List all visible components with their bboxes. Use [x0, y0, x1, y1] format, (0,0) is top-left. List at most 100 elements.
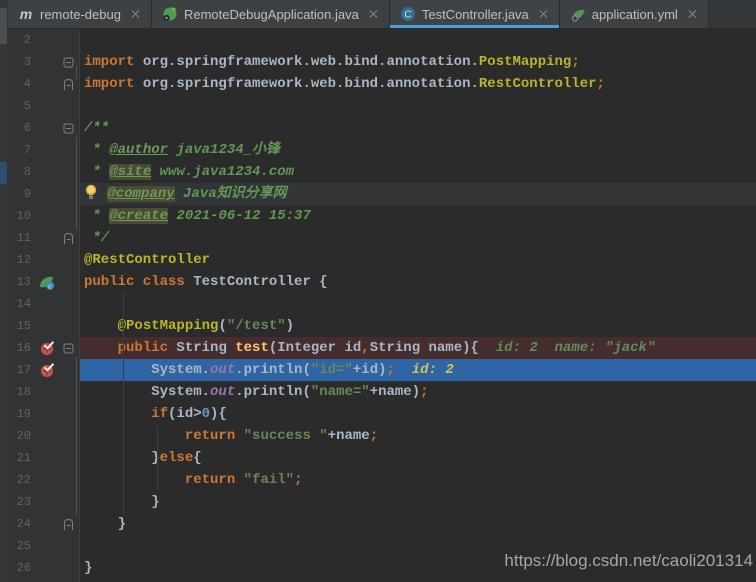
- code-line-4[interactable]: 4 import org.springframework.web.bind.ann…: [0, 73, 756, 95]
- breakpoint-icon-slot[interactable]: [34, 337, 60, 359]
- code-cell[interactable]: [80, 29, 756, 51]
- gutter[interactable]: 25: [0, 535, 80, 557]
- gutter[interactable]: 3: [0, 51, 80, 73]
- code-text: import org.springframework.web.bind.anno…: [84, 54, 580, 70]
- gutter[interactable]: 4: [0, 73, 80, 95]
- code-line-24[interactable]: 24 }: [0, 513, 756, 535]
- code-line-12[interactable]: 12 @RestController: [0, 249, 756, 271]
- code-line-7[interactable]: 7 * @author java1234_小锋: [0, 139, 756, 161]
- code-line-14[interactable]: 14: [0, 293, 756, 315]
- gutter[interactable]: 6: [0, 117, 80, 139]
- code-cell[interactable]: @company Java知识分享网: [80, 183, 756, 205]
- tab-close-icon[interactable]: [688, 9, 698, 19]
- gutter[interactable]: 14: [0, 293, 80, 315]
- code-line-11[interactable]: 11 */: [0, 227, 756, 249]
- fold-start-icon: [63, 343, 73, 353]
- gutter[interactable]: 17: [0, 359, 80, 381]
- gutter[interactable]: 24: [0, 513, 80, 535]
- code-cell[interactable]: }: [80, 513, 756, 535]
- tab-remote-debug-application[interactable]: RemoteDebugApplication.java: [151, 0, 390, 28]
- code-line-21[interactable]: 21 }else{: [0, 447, 756, 469]
- code-editor[interactable]: 2 3 import org.springframework.web.bind.an…: [0, 29, 756, 582]
- code-text: * @site www.java1234.com: [84, 164, 295, 180]
- code-cell[interactable]: [80, 95, 756, 117]
- code-line-20[interactable]: 20 return "success "+name;: [0, 425, 756, 447]
- code-cell[interactable]: @PostMapping("/test"): [80, 315, 756, 337]
- code-cell[interactable]: if(id>0){: [80, 403, 756, 425]
- gutter[interactable]: 12: [0, 249, 80, 271]
- fold-marker-slot[interactable]: [60, 51, 76, 73]
- gutter[interactable]: 15: [0, 315, 80, 337]
- code-line-8[interactable]: 8 * @site www.java1234.com: [0, 161, 756, 183]
- code-cell[interactable]: [80, 293, 756, 315]
- code-cell[interactable]: System.out.println("name="+name);: [80, 381, 756, 403]
- gutter[interactable]: 16: [0, 337, 80, 359]
- code-cell[interactable]: public String test(Integer id,String nam…: [80, 337, 756, 359]
- code-text: public class TestController {: [84, 274, 328, 290]
- gutter[interactable]: 26: [0, 557, 80, 579]
- gutter[interactable]: 19: [0, 403, 80, 425]
- tab-application-yml[interactable]: application.yml: [559, 0, 709, 28]
- tab-close-icon[interactable]: [369, 9, 379, 19]
- gutter[interactable]: 9: [0, 183, 80, 205]
- code-line-6[interactable]: 6/**: [0, 117, 756, 139]
- code-line-13[interactable]: 13 c public class TestController {: [0, 271, 756, 293]
- fold-marker-slot[interactable]: [60, 227, 76, 249]
- fold-marker-slot[interactable]: [60, 513, 76, 535]
- gutter[interactable]: 7: [0, 139, 80, 161]
- code-line-15[interactable]: 15 @PostMapping("/test"): [0, 315, 756, 337]
- code-line-5[interactable]: 5: [0, 95, 756, 117]
- gutter[interactable]: 22: [0, 469, 80, 491]
- breakpoint-verified-icon: [40, 340, 54, 355]
- breakpoint-icon-slot[interactable]: [34, 359, 60, 381]
- code-cell[interactable]: }else{: [80, 447, 756, 469]
- code-cell[interactable]: System.out.println("id="+id); id: 2: [80, 359, 756, 381]
- gutter[interactable]: 23: [0, 491, 80, 513]
- code-cell[interactable]: import org.springframework.web.bind.anno…: [80, 51, 756, 73]
- code-line-16[interactable]: 16 public String test(Integer id,String …: [0, 337, 756, 359]
- fold-end-icon: [63, 78, 73, 90]
- tab-close-icon[interactable]: [131, 9, 141, 19]
- code-cell[interactable]: * @site www.java1234.com: [80, 161, 756, 183]
- gutter[interactable]: 8: [0, 161, 80, 183]
- code-cell[interactable]: /**: [80, 117, 756, 139]
- code-cell[interactable]: * @create 2021-06-12 15:37: [80, 205, 756, 227]
- gutter[interactable]: 2: [0, 29, 80, 51]
- gutter[interactable]: 21: [0, 447, 80, 469]
- code-cell[interactable]: * @author java1234_小锋: [80, 139, 756, 161]
- gutter[interactable]: 13 c: [0, 271, 80, 293]
- gutter[interactable]: 20: [0, 425, 80, 447]
- gutter[interactable]: 11: [0, 227, 80, 249]
- code-cell[interactable]: return "fail";: [80, 469, 756, 491]
- gutter[interactable]: 10: [0, 205, 80, 227]
- code-line-22[interactable]: 22 return "fail";: [0, 469, 756, 491]
- code-cell[interactable]: return "success "+name;: [80, 425, 756, 447]
- tab-close-icon[interactable]: [539, 9, 549, 19]
- code-line-2[interactable]: 2: [0, 29, 756, 51]
- code-line-18[interactable]: 18 System.out.println("name="+name);: [0, 381, 756, 403]
- code-text: }: [84, 516, 127, 532]
- intention-bulb-icon[interactable]: [84, 184, 99, 200]
- code-line-9[interactable]: 9 @company Java知识分享网: [0, 183, 756, 205]
- fold-marker-slot[interactable]: [60, 117, 76, 139]
- fold-marker-slot[interactable]: [60, 73, 76, 95]
- code-cell[interactable]: @RestController: [80, 249, 756, 271]
- code-line-3[interactable]: 3 import org.springframework.web.bind.ann…: [0, 51, 756, 73]
- spring-bean-icon-slot[interactable]: c: [34, 271, 60, 293]
- gutter[interactable]: 5: [0, 95, 80, 117]
- tab-test-controller[interactable]: C TestController.java: [389, 0, 560, 28]
- code-line-23[interactable]: 23 }: [0, 491, 756, 513]
- code-cell[interactable]: public class TestController {: [80, 271, 756, 293]
- fold-marker-slot: [60, 161, 76, 183]
- code-line-19[interactable]: 19 if(id>0){: [0, 403, 756, 425]
- code-cell[interactable]: }: [80, 491, 756, 513]
- code-line-17[interactable]: 17 System.out.println("id="+id); id: 2: [0, 359, 756, 381]
- gutter[interactable]: 18: [0, 381, 80, 403]
- gutter-icon-slot: [34, 73, 60, 95]
- tab-remote-debug[interactable]: m remote-debug: [8, 0, 152, 28]
- code-line-10[interactable]: 10 * @create 2021-06-12 15:37: [0, 205, 756, 227]
- fold-marker-slot[interactable]: [60, 337, 76, 359]
- code-cell[interactable]: */: [80, 227, 756, 249]
- code-cell[interactable]: import org.springframework.web.bind.anno…: [80, 73, 756, 95]
- gutter-icon-slot: [34, 513, 60, 535]
